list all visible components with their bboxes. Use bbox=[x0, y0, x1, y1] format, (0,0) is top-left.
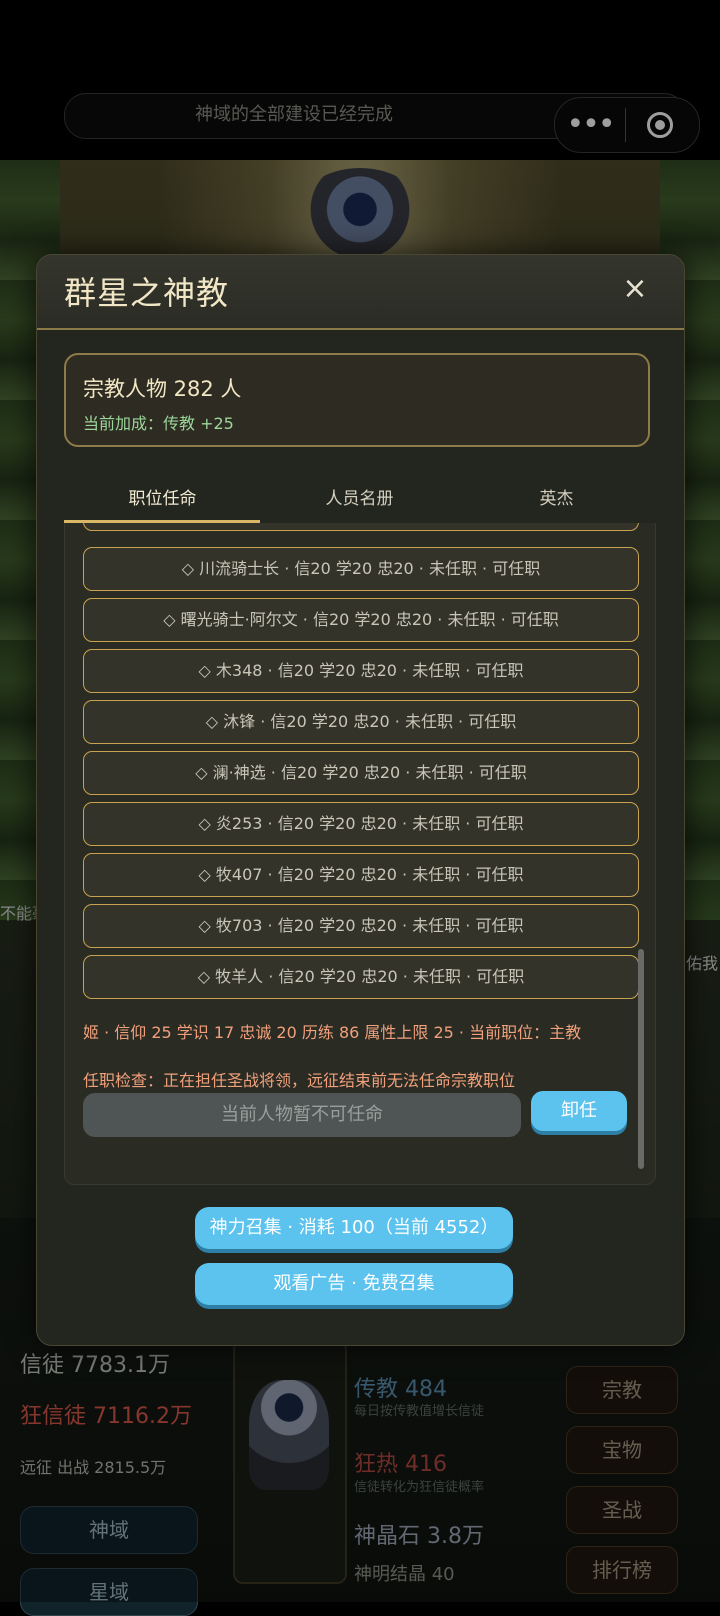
modal-header: 群星之神教 × bbox=[37, 255, 684, 330]
tab-position-appointment[interactable]: 职位任命 bbox=[64, 477, 261, 523]
modal-title: 群星之神教 bbox=[64, 274, 230, 312]
list-item[interactable]: ◇ 曙光骑士·阿尔文 · 信20 学20 忠20 · 未任职 · 可任职 bbox=[83, 598, 639, 642]
religion-summary-card: 宗教人物 282 人 当前加成：传教 +25 bbox=[64, 353, 650, 447]
list-item[interactable]: ◇ 牧羊人 · 信20 学20 忠20 · 未任职 · 可任职 bbox=[83, 955, 639, 999]
list-item[interactable]: ◇ 川流骑士长 · 信20 学20 忠20 · 未任职 · 可任职 bbox=[83, 547, 639, 591]
list-item[interactable]: ◇ 牧407 · 信20 学20 忠20 · 未任职 · 可任职 bbox=[83, 853, 639, 897]
list-item[interactable]: ◇ 炎253 · 信20 学20 忠20 · 未任职 · 可任职 bbox=[83, 802, 639, 846]
tab-member-roster[interactable]: 人员名册 bbox=[261, 477, 458, 523]
unassign-button[interactable]: 卸任 bbox=[531, 1091, 627, 1131]
divine-summon-button[interactable]: 神力召集 · 消耗 100（当前 4552） bbox=[195, 1207, 513, 1249]
cannot-appoint-button: 当前人物暂不可任命 bbox=[83, 1093, 521, 1137]
appointment-list[interactable]: ◇ 川流骑士长 · 信20 学20 忠20 · 未任职 · 可任职 ◇ 曙光骑士… bbox=[64, 523, 656, 1185]
selected-person-stats: 姬 · 信仰 25 学识 17 忠诚 20 历练 86 属性上限 25 · 当前… bbox=[83, 1023, 582, 1042]
modal-tabs: 职位任命 人员名册 英杰 bbox=[64, 477, 656, 524]
member-count: 宗教人物 282 人 bbox=[83, 377, 242, 401]
list-item[interactable]: ◇ 木348 · 信20 学20 忠20 · 未任职 · 可任职 bbox=[83, 649, 639, 693]
close-icon[interactable]: × bbox=[617, 271, 653, 307]
list-item-partial[interactable] bbox=[83, 523, 639, 531]
list-item[interactable]: ◇ 牧703 · 信20 学20 忠20 · 未任职 · 可任职 bbox=[83, 904, 639, 948]
list-item[interactable]: ◇ 沐锋 · 信20 学20 忠20 · 未任职 · 可任职 bbox=[83, 700, 639, 744]
watch-ad-summon-button[interactable]: 观看广告 · 免费召集 bbox=[195, 1263, 513, 1305]
list-scrollbar-thumb[interactable] bbox=[638, 949, 644, 1169]
religion-modal: 群星之神教 × 宗教人物 282 人 当前加成：传教 +25 职位任命 人员名册… bbox=[36, 254, 685, 1346]
list-item[interactable]: ◇ 澜·神选 · 信20 学20 忠20 · 未任职 · 可任职 bbox=[83, 751, 639, 795]
appointment-check-message: 任职检查：正在担任圣战将领，远征结束前无法任命宗教职位 bbox=[83, 1071, 516, 1090]
tab-heroes[interactable]: 英杰 bbox=[458, 477, 655, 523]
current-bonus: 当前加成：传教 +25 bbox=[83, 414, 234, 433]
